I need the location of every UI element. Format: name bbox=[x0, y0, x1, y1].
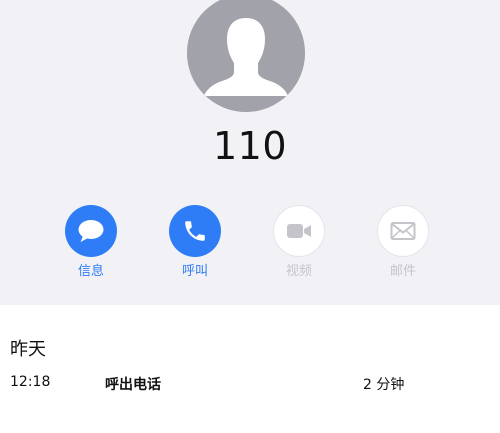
contact-number: 110 bbox=[212, 124, 288, 168]
call-button[interactable]: 呼叫 bbox=[155, 205, 235, 280]
contact-actions: 信息 呼叫 视频 邮件 bbox=[0, 205, 500, 295]
history-date: 昨天 bbox=[10, 339, 46, 360]
person-silhouette-icon bbox=[187, 0, 305, 112]
video-button[interactable]: 视频 bbox=[259, 205, 339, 280]
video-label: 视频 bbox=[285, 264, 312, 279]
contact-avatar bbox=[187, 0, 305, 112]
call-history-row: 12:18 呼出电话 2 分钟 bbox=[0, 374, 500, 394]
call-time: 12:18 bbox=[10, 374, 51, 390]
call-type: 呼出电话 bbox=[105, 377, 161, 393]
video-camera-icon bbox=[287, 224, 311, 238]
call-history: 昨天 12:18 呼出电话 2 分钟 bbox=[0, 305, 500, 433]
message-button[interactable]: 信息 bbox=[51, 205, 131, 280]
phone-icon bbox=[185, 221, 205, 241]
envelope-icon bbox=[390, 222, 416, 240]
mail-button[interactable]: 邮件 bbox=[363, 205, 443, 280]
call-label: 呼叫 bbox=[181, 264, 208, 279]
call-duration: 2 分钟 bbox=[363, 377, 405, 393]
mail-label: 邮件 bbox=[389, 264, 416, 279]
message-bubble-icon bbox=[78, 220, 104, 242]
message-label: 信息 bbox=[77, 264, 104, 279]
